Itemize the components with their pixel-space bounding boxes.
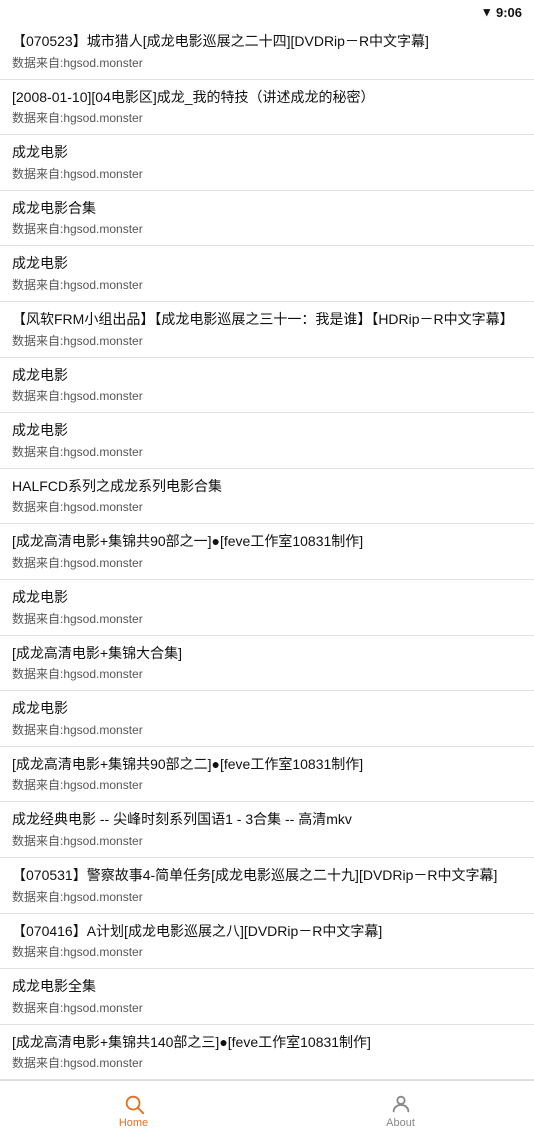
item-title: 成龙电影 <box>12 588 522 608</box>
nav-home[interactable]: Home <box>0 1081 267 1140</box>
list-item[interactable]: 成龙电影数据来自:hgsod.monster <box>0 413 534 469</box>
home-label: Home <box>119 1117 148 1129</box>
list-item[interactable]: HALFCD系列之成龙系列电影合集数据来自:hgsod.monster <box>0 469 534 525</box>
item-title: 成龙电影全集 <box>12 977 522 997</box>
list-item[interactable]: 成龙电影数据来自:hgsod.monster <box>0 580 534 636</box>
item-subtitle: 数据来自:hgsod.monster <box>12 888 522 905</box>
list-item[interactable]: 成龙经典电影 -- 尖峰时刻系列国语1 - 3合集 -- 高清mkv 数据来自:h… <box>0 802 534 858</box>
item-subtitle: 数据来自:hgsod.monster <box>12 387 522 404</box>
item-title: 成龙电影 <box>12 421 522 441</box>
item-title: 成龙电影 <box>12 699 522 719</box>
item-subtitle: 数据来自:hgsod.monster <box>12 943 522 960</box>
about-label: About <box>386 1117 415 1129</box>
item-title: [成龙高清电影+集锦共140部之三]●[feve工作室10831制作] <box>12 1033 522 1053</box>
list-item[interactable]: [成龙高清电影+集锦共90部之二]●[feve工作室10831制作]数据来自:h… <box>0 747 534 803</box>
item-subtitle: 数据来自:hgsod.monster <box>12 276 522 293</box>
item-subtitle: 数据来自:hgsod.monster <box>12 109 522 126</box>
wifi-icon: ▾ <box>483 4 490 20</box>
item-subtitle: 数据来自:hgsod.monster <box>12 832 522 849</box>
item-title: [成龙高清电影+集锦共90部之二]●[feve工作室10831制作] <box>12 755 522 775</box>
list-item[interactable]: 成龙电影全集数据来自:hgsod.monster <box>0 969 534 1025</box>
list-item[interactable]: 【070416】A计划[成龙电影巡展之八][DVDRip－R中文字幕]数据来自:… <box>0 914 534 970</box>
list-item[interactable]: 【风软FRM小组出品】【成龙电影巡展之三十一：我是谁】【HDRip－R中文字幕】… <box>0 302 534 358</box>
item-title: 【070531】警察故事4-简单任务[成龙电影巡展之二十九][DVDRip－R中… <box>12 866 522 886</box>
home-search-icon <box>123 1093 145 1115</box>
nav-about[interactable]: About <box>267 1081 534 1140</box>
item-title: 成龙电影 <box>12 254 522 274</box>
item-title: 【风软FRM小组出品】【成龙电影巡展之三十一：我是谁】【HDRip－R中文字幕】 <box>12 310 522 330</box>
list-item[interactable]: 成龙电影合集数据来自:hgsod.monster <box>0 191 534 247</box>
item-title: [2008-01-10][04电影区]成龙_我的特技（讲述成龙的秘密） <box>12 88 522 108</box>
list-item[interactable]: [成龙高清电影+集锦大合集]数据来自:hgsod.monster <box>0 636 534 692</box>
item-subtitle: 数据来自:hgsod.monster <box>12 776 522 793</box>
list-item[interactable]: 成龙电影数据来自:hgsod.monster <box>0 691 534 747</box>
item-subtitle: 数据来自:hgsod.monster <box>12 1054 522 1071</box>
item-subtitle: 数据来自:hgsod.monster <box>12 443 522 460</box>
item-title: HALFCD系列之成龙系列电影合集 <box>12 477 522 497</box>
list-item[interactable]: 【070531】警察故事4-简单任务[成龙电影巡展之二十九][DVDRip－R中… <box>0 858 534 914</box>
list-item[interactable]: 成龙电影数据来自:hgsod.monster <box>0 246 534 302</box>
list-container: 【070523】城市猎人[成龙电影巡展之二十四][DVDRip－R中文字幕] 数据… <box>0 24 534 1080</box>
item-title: 成龙电影 <box>12 143 522 163</box>
item-subtitle: 数据来自:hgsod.monster <box>12 665 522 682</box>
item-title: 成龙经典电影 -- 尖峰时刻系列国语1 - 3合集 -- 高清mkv <box>12 810 522 830</box>
item-title: 【070523】城市猎人[成龙电影巡展之二十四][DVDRip－R中文字幕] <box>12 32 522 52</box>
item-title: [成龙高清电影+集锦共90部之一]●[feve工作室10831制作] <box>12 532 522 552</box>
item-subtitle: 数据来自:hgsod.monster <box>12 498 522 515</box>
item-subtitle: 数据来自:hgsod.monster <box>12 610 522 627</box>
list-item[interactable]: [2008-01-10][04电影区]成龙_我的特技（讲述成龙的秘密）数据来自:… <box>0 80 534 136</box>
list-item[interactable]: 【070523】城市猎人[成龙电影巡展之二十四][DVDRip－R中文字幕] 数据… <box>0 24 534 80</box>
status-bar: ▾ 9:06 <box>0 0 534 24</box>
time: 9:06 <box>496 5 522 20</box>
list-item[interactable]: [成龙高清电影+集锦共90部之一]●[feve工作室10831制作] 数据来自:h… <box>0 524 534 580</box>
list-item[interactable]: 成龙电影数据来自:hgsod.monster <box>0 358 534 414</box>
item-subtitle: 数据来自:hgsod.monster <box>12 165 522 182</box>
about-icon <box>390 1093 412 1115</box>
item-subtitle: 数据来自:hgsod.monster <box>12 332 522 349</box>
item-subtitle: 数据来自:hgsod.monster <box>12 721 522 738</box>
list-item[interactable]: [成龙高清电影+集锦共140部之三]●[feve工作室10831制作]数据来自:… <box>0 1025 534 1081</box>
item-title: 成龙电影合集 <box>12 199 522 219</box>
item-subtitle: 数据来自:hgsod.monster <box>12 554 522 571</box>
item-title: 成龙电影 <box>12 366 522 386</box>
bottom-nav: Home About <box>0 1080 534 1140</box>
item-subtitle: 数据来自:hgsod.monster <box>12 54 522 71</box>
item-title: [成龙高清电影+集锦大合集] <box>12 644 522 664</box>
item-title: 【070416】A计划[成龙电影巡展之八][DVDRip－R中文字幕] <box>12 922 522 942</box>
item-subtitle: 数据来自:hgsod.monster <box>12 999 522 1016</box>
item-subtitle: 数据来自:hgsod.monster <box>12 220 522 237</box>
list-item[interactable]: 成龙电影数据来自:hgsod.monster <box>0 135 534 191</box>
